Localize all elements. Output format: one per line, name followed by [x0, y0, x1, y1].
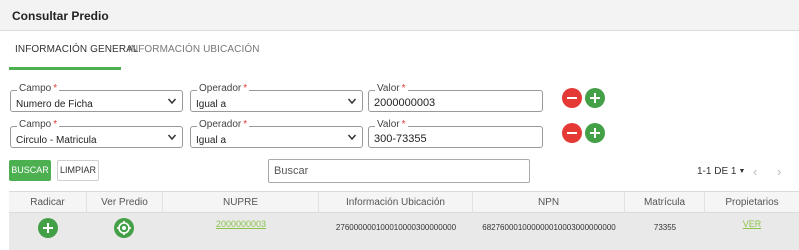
nupre-link[interactable]: 2000000003	[163, 219, 319, 229]
valor-input-2[interactable]: Valor * 300-73355	[368, 119, 543, 148]
chevron-down-icon	[347, 98, 357, 105]
npn-cell: 682760001000000010003000000000	[482, 223, 616, 232]
operador-value: Igual a	[196, 135, 227, 146]
operador-value: Igual a	[196, 99, 227, 110]
operador-select-1[interactable]: Operador * Igual a	[190, 83, 363, 112]
required-mark: *	[243, 119, 248, 130]
minus-icon	[567, 132, 577, 134]
minus-icon	[567, 97, 577, 99]
valor-value: 300-73355	[374, 133, 427, 145]
valor-label: Valor	[377, 119, 400, 130]
tab-informacion-ubicacion[interactable]: INFORMACIÓN UBICACIÓN	[128, 44, 260, 55]
plus-icon	[590, 128, 600, 138]
radicar-button[interactable]	[38, 218, 58, 238]
ubicacion-cell: 276000000100010000300000000	[335, 223, 457, 232]
chevron-down-icon	[167, 134, 177, 141]
add-filter-button[interactable]	[585, 123, 605, 143]
campo-select-2[interactable]: Campo * Circulo - Matricula	[10, 119, 183, 148]
prev-page-icon[interactable]: ‹	[753, 164, 757, 179]
chevron-down-icon	[347, 134, 357, 141]
operador-label: Operador	[199, 119, 242, 130]
operador-label: Operador	[199, 83, 242, 94]
required-mark: *	[243, 83, 248, 94]
column-header-npn[interactable]: NPN	[473, 192, 625, 213]
valor-label: Valor	[377, 83, 400, 94]
tab-informacion-general[interactable]: INFORMACIÓN GENERAL	[15, 44, 139, 55]
campo-label: Campo	[19, 119, 52, 130]
pagination-select[interactable]: 1-1 DE 1 ▼	[697, 166, 745, 177]
required-mark: *	[401, 83, 406, 94]
matricula-cell: 73355	[653, 223, 677, 232]
next-page-icon[interactable]: ›	[777, 164, 781, 179]
campo-value: Circulo - Matricula	[16, 135, 97, 146]
required-mark: *	[401, 119, 406, 130]
plus-icon	[43, 223, 53, 233]
campo-label: Campo	[19, 83, 52, 94]
column-header-matricula[interactable]: Matrícula	[625, 192, 705, 213]
limpiar-button[interactable]: LIMPIAR	[57, 160, 99, 181]
valor-value: 2000000003	[374, 97, 436, 109]
column-header-informacion-ubicacion[interactable]: Información Ubicación	[319, 192, 473, 213]
campo-value: Numero de Ficha	[16, 99, 93, 110]
column-header-ver-predio[interactable]: Ver Predio	[87, 192, 163, 213]
chevron-down-icon	[167, 98, 177, 105]
campo-select-1[interactable]: Campo * Numero de Ficha	[10, 83, 183, 112]
target-icon	[117, 221, 131, 235]
pagination-label: 1-1 DE 1	[697, 166, 737, 177]
buscar-button[interactable]: BUSCAR	[9, 160, 51, 181]
tab-bar: INFORMACIÓN GENERAL INFORMACIÓN UBICACIÓ…	[0, 31, 799, 70]
required-mark: *	[53, 119, 58, 130]
search-input[interactable]	[269, 160, 529, 182]
ver-propietarios-link[interactable]: VER	[705, 219, 799, 229]
page-title: Consultar Predio	[12, 9, 109, 23]
column-header-radicar[interactable]: Radicar	[9, 192, 87, 213]
table-row: 2000000003 276000000100010000300000000 6…	[9, 213, 799, 250]
table-header: Radicar Ver Predio NUPRE Información Ubi…	[9, 191, 799, 213]
remove-filter-button[interactable]	[562, 123, 582, 143]
column-header-propietarios[interactable]: Propietarios	[705, 192, 799, 213]
valor-input-1[interactable]: Valor * 2000000003	[368, 83, 543, 112]
operador-select-2[interactable]: Operador * Igual a	[190, 119, 363, 148]
active-tab-indicator	[9, 67, 121, 70]
panel-header: Consultar Predio	[0, 0, 799, 31]
required-mark: *	[53, 83, 58, 94]
add-filter-button[interactable]	[585, 88, 605, 108]
plus-icon	[590, 93, 600, 103]
remove-filter-button[interactable]	[562, 88, 582, 108]
results-table: Radicar Ver Predio NUPRE Información Ubi…	[9, 191, 799, 250]
caret-down-icon: ▼	[738, 168, 746, 175]
search-box	[268, 159, 530, 183]
ver-predio-button[interactable]	[114, 218, 134, 238]
column-header-nupre[interactable]: NUPRE	[163, 192, 319, 213]
